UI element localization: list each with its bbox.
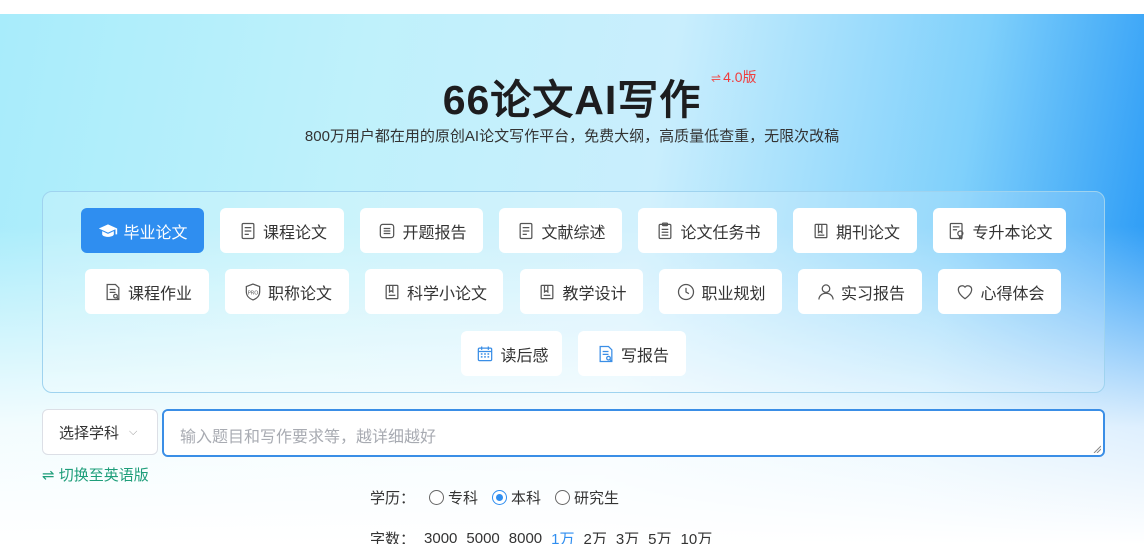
category-label: 课程作业: [127, 285, 192, 303]
word-count-option[interactable]: 8000: [509, 530, 542, 544]
topic-input[interactable]: [162, 409, 1105, 457]
calendar-icon: [474, 343, 496, 365]
category-label: 职称论文: [267, 285, 332, 303]
word-count-option[interactable]: 3000: [424, 530, 457, 544]
category-teaching-design[interactable]: 教学设计: [520, 269, 643, 314]
category-task-book[interactable]: 论文任务书: [638, 208, 777, 253]
title-wrap: 66论文AI写作: [0, 66, 1144, 126]
category-title-paper[interactable]: PRO 职称论文: [225, 269, 349, 314]
category-label: 期刊论文: [835, 224, 900, 242]
education-option-bachelor[interactable]: 本科: [492, 487, 541, 508]
shield-icon: PRO: [242, 281, 264, 303]
heart-icon: [954, 281, 976, 303]
version-label: 4.0版: [723, 69, 757, 85]
education-label: 学历：: [370, 490, 416, 507]
journal-icon: [810, 220, 832, 242]
education-option-junior-college[interactable]: 专科: [429, 487, 478, 508]
word-count-option[interactable]: 5万: [648, 528, 671, 544]
category-course-paper[interactable]: 课程论文: [220, 208, 344, 253]
resize-grip-icon[interactable]: [1093, 445, 1101, 453]
category-label: 毕业论文: [123, 224, 188, 242]
category-graduation-thesis[interactable]: 毕业论文: [81, 208, 204, 253]
certificate-icon: [946, 220, 968, 242]
category-label: 实习报告: [840, 285, 905, 303]
category-label: 论文任务书: [680, 224, 761, 242]
category-label: 读后感: [500, 347, 549, 365]
version-badge[interactable]: ⇌ 4.0版: [711, 67, 757, 87]
category-label: 文献综述: [541, 224, 606, 242]
category-proposal-report[interactable]: 开题报告: [360, 208, 483, 253]
subject-select[interactable]: 选择学科 ⌵: [42, 409, 158, 455]
category-label: 教学设计: [562, 285, 627, 303]
category-science-paper[interactable]: 科学小论文: [365, 269, 503, 314]
category-write-report[interactable]: 写报告: [578, 331, 686, 376]
category-book-review[interactable]: 读后感: [461, 331, 562, 376]
word-count-option[interactable]: 2万: [583, 528, 606, 544]
radio-checked-icon: [492, 490, 508, 505]
word-count-option[interactable]: 10万: [681, 528, 713, 544]
user-icon: [815, 281, 837, 303]
document-search-icon: [595, 343, 617, 365]
education-row: 学历： 专科 本科 研究生: [370, 487, 619, 508]
category-career-plan[interactable]: 职业规划: [659, 269, 782, 314]
category-label: 专升本论文: [972, 224, 1053, 242]
category-label: 心得体会: [980, 285, 1045, 303]
bookmark-icon: [381, 281, 403, 303]
document-icon: [237, 220, 259, 242]
education-option-graduate[interactable]: 研究生: [555, 487, 619, 508]
word-count-option-selected[interactable]: 1万: [551, 528, 574, 544]
word-count-option[interactable]: 3万: [616, 528, 639, 544]
radio-label: 本科: [511, 490, 542, 507]
category-internship-report[interactable]: 实习报告: [798, 269, 922, 314]
category-label: 职业规划: [701, 285, 766, 303]
radio-icon: [429, 490, 445, 505]
category-course-homework[interactable]: 课程作业: [85, 269, 209, 314]
graduation-cap-icon: [97, 220, 119, 242]
category-journal-paper[interactable]: 期刊论文: [793, 208, 917, 253]
word-count-row: 字数： 3000 5000 8000 1万 2万 3万 5万 10万: [370, 528, 712, 544]
bookmark-icon: [536, 281, 558, 303]
document-search-icon: [102, 281, 124, 303]
document-icon: [515, 220, 537, 242]
category-reflection[interactable]: 心得体会: [938, 269, 1061, 314]
clipboard-icon: [654, 220, 676, 242]
subject-select-label: 选择学科: [59, 424, 120, 442]
radio-label: 专科: [448, 490, 479, 507]
page-title: 66论文AI写作: [442, 77, 702, 123]
svg-text:PRO: PRO: [248, 290, 258, 296]
category-label: 写报告: [620, 347, 669, 365]
radio-icon: [555, 490, 571, 505]
category-label: 科学小论文: [406, 285, 487, 303]
clock-icon: [675, 281, 697, 303]
report-icon: [376, 220, 398, 242]
radio-label: 研究生: [574, 490, 620, 507]
category-label: 开题报告: [402, 224, 467, 242]
page-subtitle: 800万用户都在用的原创AI论文写作平台，免费大纲，高质量低查重，无限次改稿: [304, 128, 840, 145]
swap-icon: ⇌: [711, 71, 722, 85]
category-upgrade-paper[interactable]: 专升本论文: [933, 208, 1066, 253]
word-count-label: 字数：: [370, 531, 416, 544]
word-count-option[interactable]: 5000: [466, 530, 499, 544]
category-literature-review[interactable]: 文献综述: [499, 208, 622, 253]
chevron-down-icon: ⌵: [129, 425, 138, 438]
category-label: 课程论文: [262, 224, 327, 242]
language-switch-link[interactable]: ⇌ 切换至英语版: [42, 464, 149, 485]
